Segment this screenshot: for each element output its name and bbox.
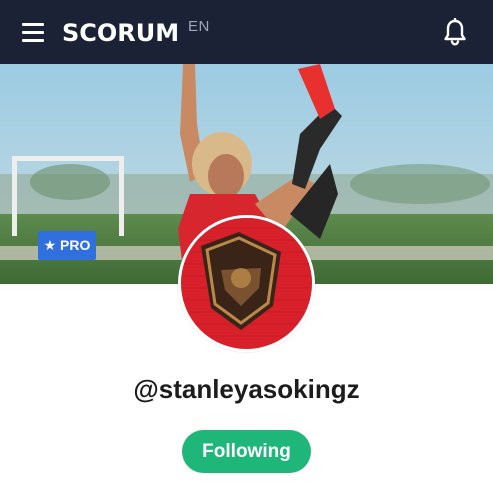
top-navigation-bar: SCORUM EN	[0, 0, 493, 64]
following-button[interactable]: Following	[182, 430, 311, 473]
hamburger-menu-icon[interactable]	[22, 23, 44, 43]
avatar[interactable]	[178, 215, 315, 352]
profile-username: @stanleyasokingz	[133, 374, 360, 404]
language-selector[interactable]: EN	[188, 19, 210, 35]
bell-icon[interactable]	[442, 18, 468, 46]
scorum-logo[interactable]: SCORUM	[62, 19, 179, 47]
pro-badge: ★ PRO	[38, 231, 96, 260]
